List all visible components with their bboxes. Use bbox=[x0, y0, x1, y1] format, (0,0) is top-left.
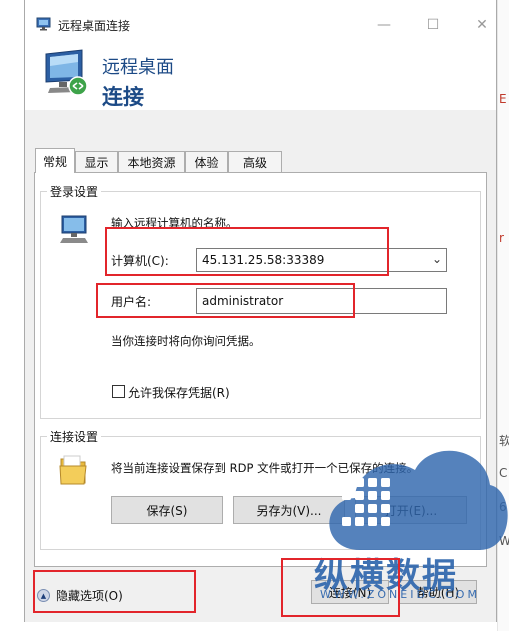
credentials-prompt-text: 当你连接时将向你询问凭据。 bbox=[111, 334, 261, 348]
close-button[interactable]: ✕ bbox=[468, 12, 496, 38]
background-char: W bbox=[499, 534, 509, 548]
watermark-domain: WWW.ZONEIDC.COM bbox=[320, 588, 480, 601]
open-button[interactable]: 打开(E)... bbox=[355, 496, 467, 524]
maximize-button[interactable]: ☐ bbox=[419, 12, 447, 38]
tab-experience[interactable]: 体验 bbox=[185, 151, 228, 172]
save-credentials-checkbox[interactable] bbox=[112, 385, 125, 398]
tab-panel-general: 登录设置 输入远程计算机的名称。 计算机(C): 45.131.25.58:33… bbox=[34, 172, 487, 567]
remote-desktop-large-icon bbox=[45, 49, 88, 96]
tab-advanced[interactable]: 高级 bbox=[228, 151, 282, 172]
title-bar[interactable]: 远程桌面连接 — ☐ ✕ bbox=[25, 0, 496, 38]
username-label: 用户名: bbox=[111, 295, 152, 309]
window-title: 远程桌面连接 bbox=[58, 19, 131, 33]
header-subtitle: 连接 bbox=[102, 85, 144, 109]
tab-local-resources[interactable]: 本地资源 bbox=[118, 151, 185, 172]
computer-value: 45.131.25.58:33389 bbox=[202, 253, 325, 267]
login-settings-group: 登录设置 输入远程计算机的名称。 计算机(C): 45.131.25.58:33… bbox=[40, 183, 481, 419]
username-value: administrator bbox=[202, 294, 284, 308]
instruction-text: 输入远程计算机的名称。 bbox=[111, 216, 238, 230]
open-button-label: 打开(E)... bbox=[384, 503, 438, 518]
minimize-icon: — bbox=[377, 17, 391, 33]
header-title: 远程桌面 bbox=[102, 57, 174, 78]
save-credentials-label[interactable]: 允许我保存凭据(R) bbox=[128, 384, 230, 401]
save-as-button-label: 另存为(V)... bbox=[256, 503, 322, 518]
tab-label: 高级 bbox=[242, 155, 267, 170]
connection-description: 将当前连接设置保存到 RDP 文件或打开一个已保存的连接。 bbox=[111, 461, 419, 475]
maximize-icon: ☐ bbox=[426, 17, 440, 33]
computer-icon bbox=[60, 215, 88, 243]
connection-settings-group: 连接设置 将当前连接设置保存到 RDP 文件或打开一个已保存的连接。 保存(S)… bbox=[40, 428, 481, 550]
header-banner: 远程桌面 连接 bbox=[25, 38, 496, 110]
chevron-down-icon[interactable]: ⌄ bbox=[432, 252, 442, 266]
computer-combobox[interactable]: 45.131.25.58:33389 ⌄ bbox=[196, 248, 447, 272]
rdp-window: 远程桌面连接 — ☐ ✕ 远程桌面 连接 常规 显示 本地资源 体验 高级 登录… bbox=[24, 0, 497, 622]
hide-options-label: 隐藏选项(O) bbox=[56, 589, 123, 603]
background-char: C bbox=[499, 466, 508, 480]
tab-label: 体验 bbox=[194, 155, 219, 170]
chevron-up-icon: ▲ bbox=[37, 589, 50, 602]
remote-desktop-icon bbox=[36, 17, 51, 31]
save-button-label: 保存(S) bbox=[146, 503, 188, 518]
background-char: r bbox=[499, 231, 504, 245]
tab-display[interactable]: 显示 bbox=[75, 151, 118, 172]
computer-label: 计算机(C): bbox=[111, 254, 169, 268]
tab-label: 显示 bbox=[84, 155, 109, 170]
group-title: 登录设置 bbox=[47, 183, 102, 200]
background-char: E bbox=[499, 92, 507, 106]
save-button[interactable]: 保存(S) bbox=[111, 496, 223, 524]
background-char: 软 bbox=[499, 434, 509, 448]
background-char: 6 bbox=[499, 500, 507, 514]
folder-icon bbox=[59, 455, 87, 485]
minimize-button[interactable]: — bbox=[370, 12, 398, 38]
tab-general[interactable]: 常规 bbox=[35, 148, 75, 173]
tab-label: 本地资源 bbox=[127, 155, 176, 170]
save-as-button[interactable]: 另存为(V)... bbox=[233, 496, 345, 524]
username-field[interactable]: administrator bbox=[196, 288, 447, 314]
hide-options-toggle[interactable]: ▲ 隐藏选项(O) bbox=[37, 587, 123, 604]
dialog-body: 常规 显示 本地资源 体验 高级 登录设置 输入远程计算机的名称。 计算机(C)… bbox=[25, 110, 496, 622]
close-icon: ✕ bbox=[476, 17, 488, 33]
group-title: 连接设置 bbox=[47, 428, 102, 445]
tab-label: 常规 bbox=[42, 154, 67, 169]
